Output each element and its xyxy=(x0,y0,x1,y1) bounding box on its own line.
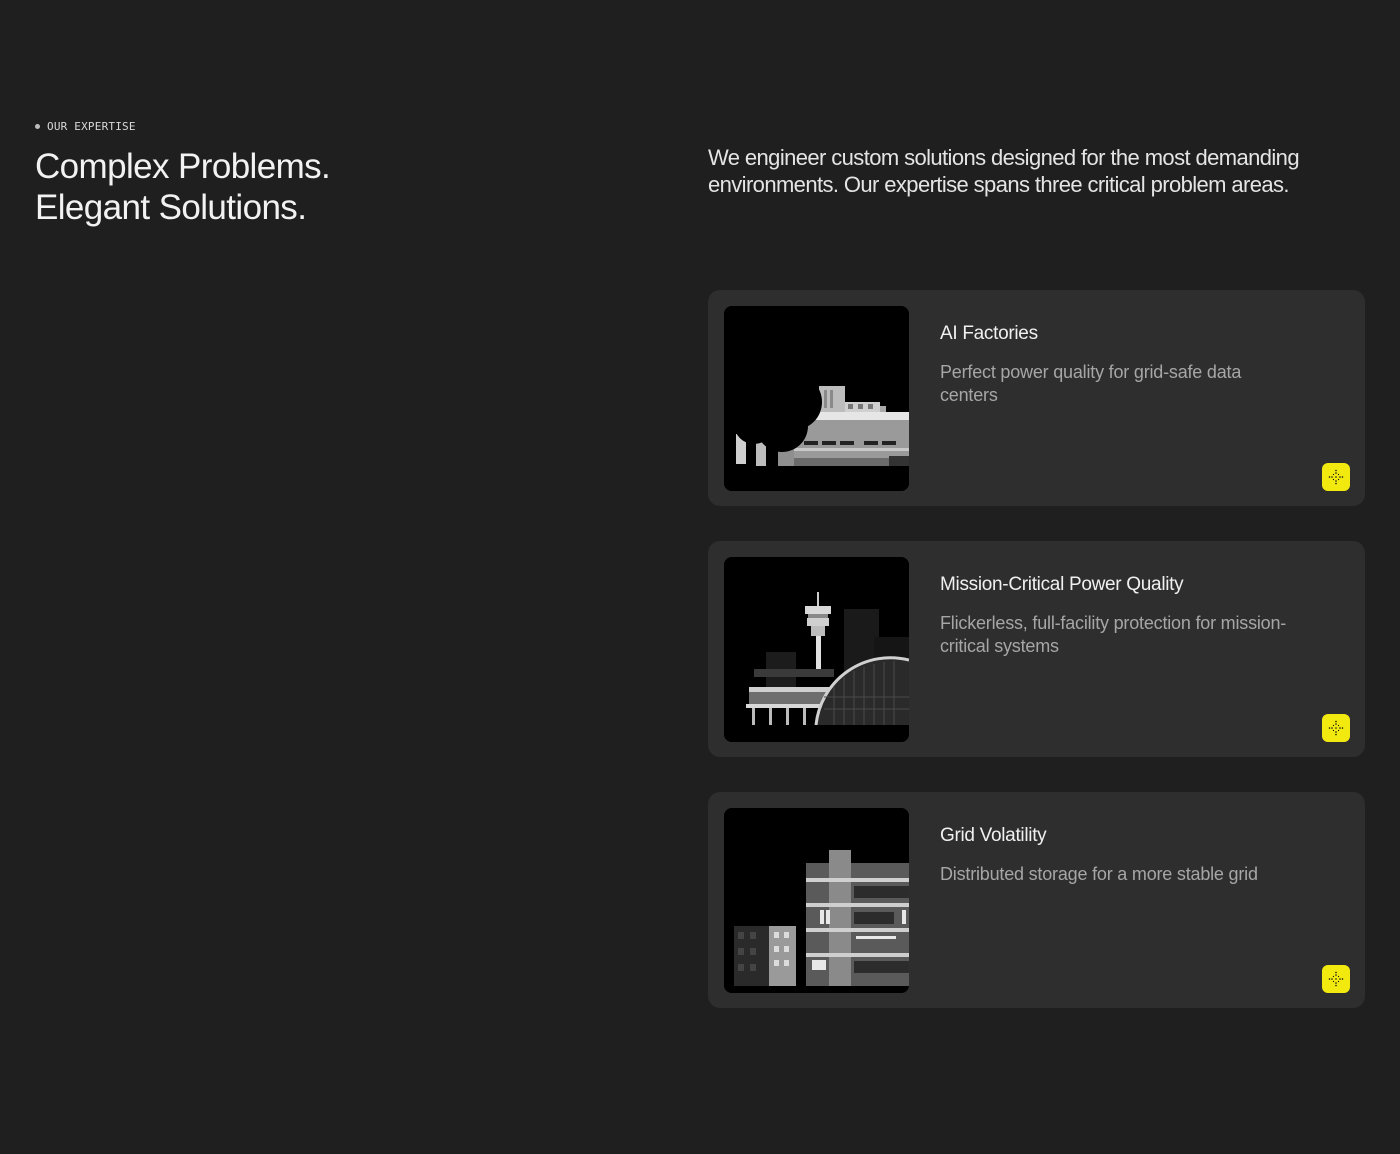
headline-line-1: Complex Problems. xyxy=(35,147,331,186)
headline-line-2: Elegant Solutions. xyxy=(35,188,307,227)
card-description: Distributed storage for a more stable gr… xyxy=(940,864,1258,884)
data-center-building-illustration xyxy=(724,306,909,491)
card-title: Mission-Critical Power Quality xyxy=(940,574,1184,595)
section-headline: Complex Problems. Elegant Solutions. xyxy=(35,146,331,228)
eyebrow-label: OUR EXPERTISE xyxy=(47,120,136,133)
apartment-buildings-illustration xyxy=(724,808,909,993)
expertise-section: OUR EXPERTISE Complex Problems. Elegant … xyxy=(0,0,1400,1154)
crosshair-dots-icon xyxy=(1328,469,1344,485)
card-action-button[interactable] xyxy=(1322,463,1350,491)
card-title: Grid Volatility xyxy=(940,825,1047,846)
card-action-button[interactable] xyxy=(1322,965,1350,993)
crosshair-dots-icon xyxy=(1328,971,1344,987)
card-grid-volatility[interactable]: Grid Volatility Distributed storage for … xyxy=(708,792,1365,1008)
card-action-button[interactable] xyxy=(1322,714,1350,742)
section-eyebrow: OUR EXPERTISE xyxy=(35,120,136,133)
card-title: AI Factories xyxy=(940,323,1038,344)
card-description: Flickerless, full-facility protection fo… xyxy=(940,613,1287,656)
crosshair-dots-icon xyxy=(1328,720,1344,736)
card-mission-critical[interactable]: Mission-Critical Power Quality Flickerle… xyxy=(708,541,1365,757)
card-ai-factories[interactable]: AI Factories Perfect power quality for g… xyxy=(708,290,1365,506)
airport-tower-illustration xyxy=(724,557,909,742)
bullet-dot-icon xyxy=(35,124,40,129)
section-intro: We engineer custom solutions designed fo… xyxy=(708,145,1300,197)
card-description: Perfect power quality for grid-safe data… xyxy=(940,362,1242,405)
